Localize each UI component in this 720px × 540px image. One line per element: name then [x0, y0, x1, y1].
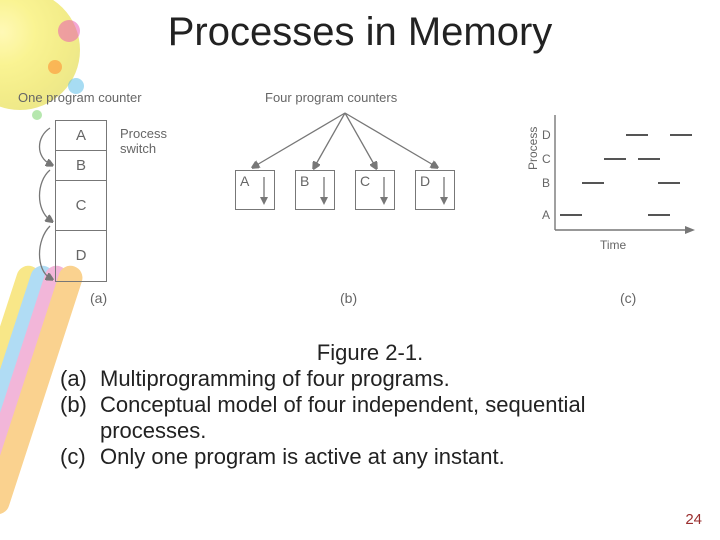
caption-line: (b) Conceptual model of four independent…	[60, 392, 680, 444]
caption-text: Multiprogramming of four programs.	[100, 366, 680, 392]
process-box: C	[355, 170, 395, 210]
run-segment	[638, 158, 660, 163]
process-box: D	[415, 170, 455, 210]
process-box-label: A	[240, 173, 249, 189]
subfigure-label: (b)	[340, 290, 357, 306]
process-box: B	[295, 170, 335, 210]
decor-dot	[48, 60, 62, 74]
down-arrow-icon	[258, 177, 270, 205]
timing-chart: Process Time D C B A	[530, 110, 700, 250]
caption-tag: (b)	[60, 392, 100, 444]
figure-2-1: One program counter A B C D Process swit…	[10, 90, 710, 320]
x-axis-label: Time	[600, 238, 626, 252]
run-segment	[670, 134, 692, 139]
caption-line: (c) Only one program is active at any in…	[60, 444, 680, 470]
row-label: B	[542, 176, 550, 190]
caption-tag: (a)	[60, 366, 100, 392]
run-segment	[648, 214, 670, 219]
run-segment	[626, 134, 648, 139]
process-box-label: C	[360, 173, 370, 189]
caption-line: (a) Multiprogramming of four programs.	[60, 366, 680, 392]
part-b-header: Four program counters	[265, 90, 397, 105]
run-segment	[560, 214, 582, 219]
process-box-label: B	[300, 173, 309, 189]
run-segment	[604, 158, 626, 163]
figure-caption: Figure 2-1. (a) Multiprogramming of four…	[60, 340, 680, 470]
run-segment	[658, 182, 680, 187]
down-arrow-icon	[318, 177, 330, 205]
subfigure-label: (c)	[620, 290, 636, 306]
slide-title: Processes in Memory	[0, 10, 720, 55]
row-label: C	[542, 152, 551, 166]
subfigure-label: (a)	[90, 290, 107, 306]
row-label: D	[542, 128, 551, 142]
down-arrow-icon	[378, 177, 390, 205]
y-axis-label: Process	[526, 127, 540, 170]
down-arrow-icon	[438, 177, 450, 205]
figure-number: Figure 2-1.	[60, 340, 680, 366]
process-box-label: D	[420, 173, 430, 189]
process-box: A	[235, 170, 275, 210]
fan-arrows-icon	[235, 108, 465, 178]
process-switch-label: Process switch	[120, 126, 167, 156]
run-segment	[582, 182, 604, 187]
page-number: 24	[685, 511, 702, 528]
part-a-header: One program counter	[18, 90, 142, 105]
caption-text: Conceptual model of four independent, se…	[100, 392, 680, 444]
switch-arrows-icon	[34, 122, 114, 292]
caption-text: Only one program is active at any instan…	[100, 444, 680, 470]
row-label: A	[542, 208, 550, 222]
caption-tag: (c)	[60, 444, 100, 470]
